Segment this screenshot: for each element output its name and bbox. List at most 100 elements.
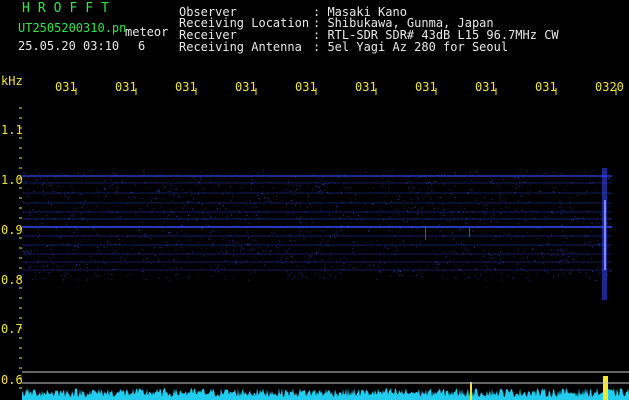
noise-speck [291, 200, 293, 202]
noise-speck [293, 214, 295, 216]
noise-speck [501, 279, 503, 281]
noise-speck [520, 174, 522, 176]
noise-speck [258, 205, 260, 207]
noise-speck [362, 217, 364, 219]
noise-speck [94, 196, 96, 197]
noise-speck [142, 249, 144, 251]
noise-speck [238, 205, 240, 206]
noise-speck [595, 189, 597, 191]
noise-speck [484, 213, 486, 215]
noise-speck [301, 264, 303, 266]
noise-speck [562, 231, 564, 233]
noise-speck [157, 188, 159, 190]
noise-speck [258, 246, 260, 248]
noise-speck [561, 224, 563, 226]
noise-speck [449, 220, 451, 222]
noise-speck [528, 201, 530, 203]
noise-speck [189, 190, 191, 192]
noise-speck [211, 216, 213, 218]
noise-speck [221, 246, 223, 247]
noise-speck [37, 259, 39, 261]
noise-speck [302, 275, 303, 277]
noise-speck [251, 188, 252, 190]
noise-speck [380, 178, 382, 180]
noise-speck [442, 215, 444, 217]
noise-speck [449, 260, 450, 262]
noise-speck [242, 248, 244, 250]
noise-speck [46, 214, 48, 216]
noise-speck [513, 277, 515, 279]
noise-speck [22, 247, 23, 249]
noise-speck [329, 214, 330, 216]
noise-speck [77, 172, 79, 174]
noise-speck [206, 248, 207, 250]
noise-speck [491, 220, 492, 222]
noise-speck [293, 250, 295, 252]
noise-speck [232, 195, 234, 197]
noise-speck [210, 180, 212, 182]
noise-speck [437, 208, 439, 210]
noise-speck [413, 187, 415, 189]
noise-speck [158, 260, 160, 262]
noise-speck [312, 189, 313, 191]
noise-speck [521, 184, 523, 186]
noise-speck [192, 208, 194, 210]
noise-speck [141, 221, 143, 223]
noise-speck [348, 187, 350, 189]
noise-speck [353, 212, 355, 214]
noise-speck [444, 173, 446, 175]
noise-speck [449, 209, 451, 211]
noise-speck [28, 209, 30, 211]
noise-speck [395, 245, 396, 247]
noise-speck [83, 204, 85, 206]
noise-speck [181, 224, 182, 226]
noise-speck [491, 198, 493, 200]
noise-speck [72, 191, 74, 193]
noise-speck [435, 181, 437, 183]
noise-speck [205, 241, 207, 243]
noise-speck [419, 188, 420, 190]
noise-speck [62, 173, 63, 175]
noise-speck [96, 188, 97, 190]
noise-speck [302, 273, 303, 275]
noise-speck [529, 190, 531, 192]
noise-speck [288, 248, 289, 250]
noise-speck [562, 275, 564, 277]
noise-speck [175, 274, 177, 276]
noise-speck [553, 276, 555, 278]
noise-speck [516, 250, 518, 252]
noise-speck [583, 171, 585, 173]
noise-speck [157, 190, 159, 192]
noise-speck [271, 241, 273, 243]
noise-speck [552, 190, 554, 192]
noise-speck [557, 254, 559, 256]
noise-speck [201, 268, 203, 270]
noise-speck [162, 231, 164, 232]
noise-speck [411, 228, 413, 230]
noise-speck [277, 248, 279, 250]
noise-speck [444, 270, 446, 272]
noise-speck [307, 186, 308, 188]
noise-speck [102, 260, 104, 262]
noise-speck [43, 207, 45, 209]
noise-speck [477, 210, 479, 211]
noise-speck [330, 258, 332, 260]
noise-speck [22, 273, 24, 275]
noise-speck [475, 170, 477, 172]
noise-speck [544, 270, 546, 272]
noise-speck [147, 257, 149, 258]
noise-speck [524, 220, 526, 222]
noise-speck [321, 197, 323, 199]
noise-speck [310, 237, 312, 239]
noise-speck [561, 250, 563, 252]
noise-speck [259, 260, 261, 262]
noise-speck [211, 230, 213, 232]
noise-speck [480, 232, 482, 234]
noise-speck [178, 239, 180, 241]
noise-speck [221, 247, 223, 249]
noise-speck [342, 234, 344, 236]
noise-speck [175, 195, 176, 197]
noise-speck [29, 212, 31, 214]
noise-speck [343, 183, 345, 185]
noise-speck [514, 177, 516, 179]
